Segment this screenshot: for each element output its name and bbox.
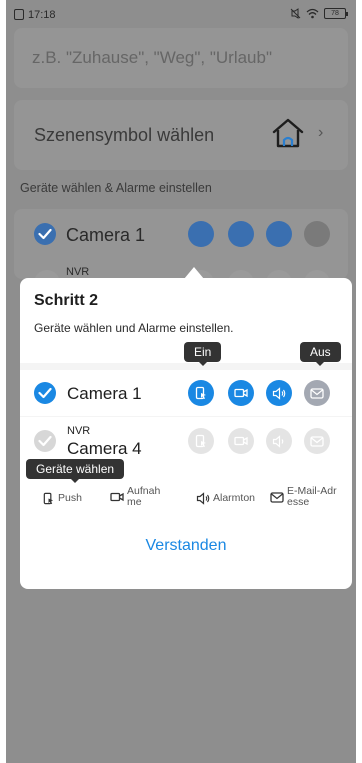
- status-bar: 17:18 78: [6, 0, 356, 28]
- checkbox-unchecked[interactable]: [34, 430, 56, 452]
- legend-record: Aufnahme: [110, 486, 161, 508]
- device-card: [14, 209, 348, 279]
- video-camera-icon: [228, 221, 254, 247]
- icon-legend: Push Aufnahme Alarmton E-Mail-Adresse: [20, 478, 352, 518]
- dialog-subtitle: Geräte wählen und Alarme einstellen.: [34, 321, 234, 335]
- push-phone-icon: [43, 492, 54, 505]
- battery-icon: 78: [324, 8, 348, 19]
- device-group-label: NVR: [66, 266, 90, 278]
- video-camera-icon: [110, 492, 124, 502]
- legend-alarm: Alarmton: [196, 492, 255, 505]
- envelope-icon: [270, 491, 284, 503]
- speaker-icon: [266, 221, 292, 247]
- speaker-icon[interactable]: [266, 380, 292, 406]
- video-camera-icon: [228, 428, 254, 454]
- chevron-right-icon: ›: [318, 124, 324, 141]
- device-group-label: NVR: [67, 425, 91, 437]
- envelope-icon[interactable]: [304, 380, 330, 406]
- mute-icon: [290, 8, 301, 19]
- wifi-icon: [306, 8, 319, 19]
- envelope-icon: [304, 221, 330, 247]
- tooltip-select-devices: Geräte wählen: [26, 459, 125, 483]
- confirm-button[interactable]: Verstanden: [20, 537, 352, 555]
- app-screen: 17:18 78 z.B. "Zuhause", "Weg", "Urlaub"…: [6, 0, 356, 763]
- dialog-title: Schritt 2: [34, 292, 99, 309]
- scene-name-placeholder: z.B. "Zuhause", "Weg", "Urlaub": [32, 48, 272, 67]
- screenshot-icon: [14, 9, 24, 20]
- push-phone-icon: [188, 428, 214, 454]
- checkbox-checked: [34, 223, 56, 245]
- speaker-icon: [196, 492, 210, 505]
- device-row[interactable]: Camera 1: [20, 370, 352, 416]
- speaker-icon: [266, 428, 292, 454]
- push-phone-icon: [188, 221, 214, 247]
- scene-symbol-label: Szenensymbol wählen: [34, 125, 215, 145]
- device-row[interactable]: NVR Camera 4: [20, 417, 352, 465]
- legend-push: Push: [42, 492, 82, 505]
- device-name: Camera 4: [67, 439, 142, 458]
- device-name: Camera 1: [67, 384, 142, 403]
- video-camera-icon[interactable]: [228, 380, 254, 406]
- device-name: Camera 1: [66, 225, 146, 245]
- tooltip-off: Aus: [300, 342, 341, 366]
- legend-email: E-Mail-Adresse: [270, 486, 339, 508]
- envelope-icon: [304, 428, 330, 454]
- push-phone-icon[interactable]: [188, 380, 214, 406]
- tooltip-on: Ein: [184, 342, 222, 366]
- checkbox-checked[interactable]: [34, 382, 56, 404]
- guide-dialog: Schritt 2 Geräte wählen und Alarme einst…: [20, 278, 352, 589]
- status-time: 17:18: [28, 9, 56, 21]
- section-label: Geräte wählen & Alarme einstellen: [20, 181, 212, 195]
- house-icon: [272, 118, 304, 148]
